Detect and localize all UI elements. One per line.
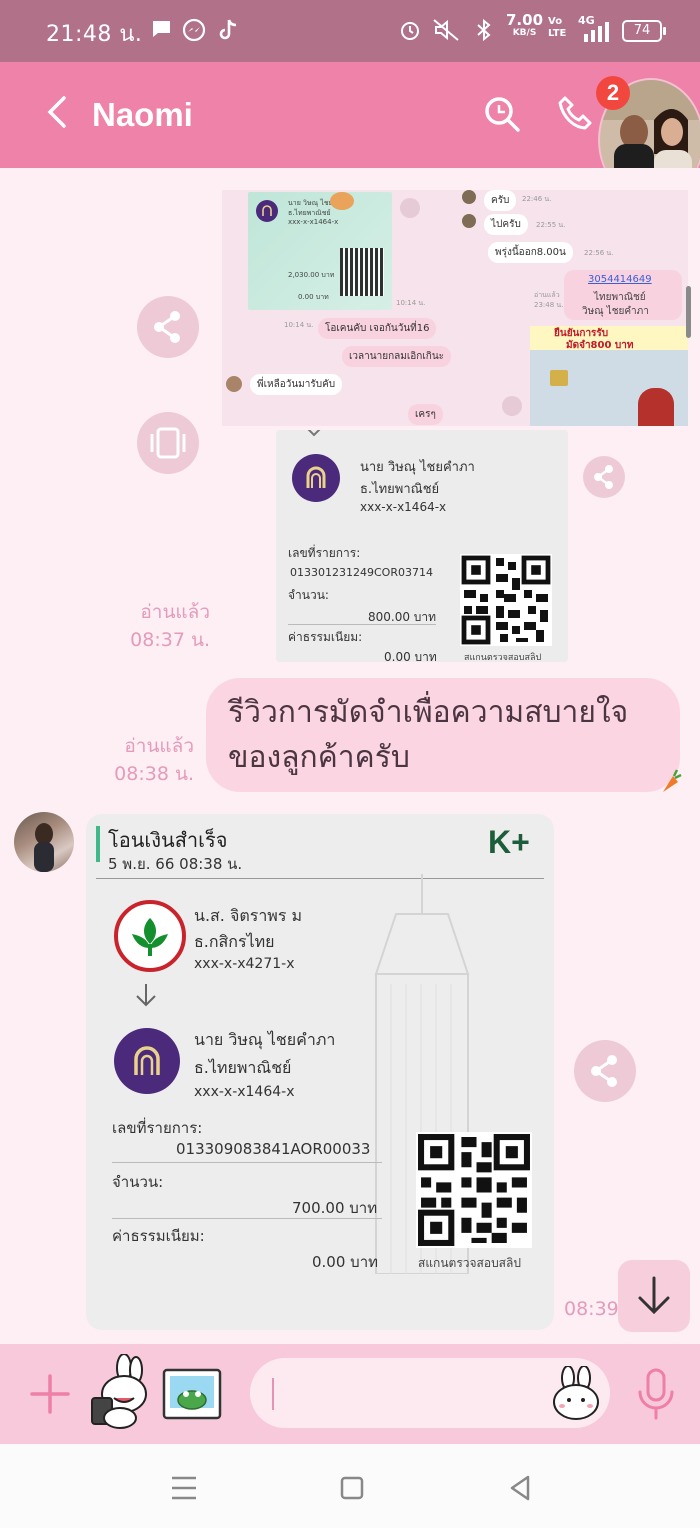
recents-button[interactable] (166, 1470, 202, 1506)
microphone-icon (638, 1368, 674, 1420)
mini-qr-code (340, 248, 384, 296)
mini-share-icon (502, 396, 522, 416)
slip-datetime: 5 พ.ย. 66 08:38 น. (108, 855, 243, 873)
volte-indicator: Vo LTE (548, 16, 567, 39)
contact-avatar[interactable] (14, 812, 74, 872)
share-icon (591, 1055, 617, 1087)
share-button[interactable] (583, 456, 625, 498)
qr-code (416, 1132, 532, 1248)
emoji-button[interactable] (550, 1365, 604, 1422)
bluetooth-icon (472, 18, 496, 42)
scb-logo-icon (256, 200, 278, 222)
chevron-left-icon (47, 96, 66, 128)
photo-icon (162, 1368, 222, 1420)
scb-logo-icon (292, 454, 340, 502)
mini-bank-info-bubble: 3054414649 ไทยพาณิชย์ วิษณุ ไชยคำภา (564, 270, 682, 320)
alarm-icon (398, 18, 422, 42)
mini-avatar (462, 190, 476, 204)
back-button[interactable] (40, 92, 80, 132)
home-button[interactable] (334, 1470, 370, 1506)
messenger-icon (182, 18, 206, 42)
slip-reference: 013309083841AOR00033 (176, 1140, 371, 1158)
share-button[interactable] (574, 1040, 636, 1102)
arrow-down-icon (136, 984, 156, 1007)
emoji-icon (553, 1365, 599, 1420)
message-bubble[interactable]: รีวิวการมัดจำเพื่อความสบายใจของลูกค้าครั… (206, 678, 682, 792)
notification-badge: 2 (596, 76, 630, 110)
battery-icon: 74 (622, 20, 666, 42)
mute-icon (432, 18, 462, 42)
phone-icon (558, 96, 592, 130)
slip-fee: 0.00 บาท (312, 1253, 378, 1271)
system-navigation-bar (0, 1444, 700, 1528)
read-receipt: อ่านแล้ว 08:38 น. (114, 735, 194, 785)
net-speed: 7.00 KB/S (506, 11, 544, 39)
sticker-button[interactable] (84, 1353, 150, 1430)
voice-button[interactable] (634, 1366, 678, 1422)
status-bar: 21:48 น. 7.00 KB/S Vo LTE 4G 74 (0, 0, 700, 62)
qr-code (460, 554, 552, 646)
search-button[interactable] (482, 94, 522, 134)
back-nav-button[interactable] (502, 1470, 538, 1506)
scroll-to-bottom-button[interactable] (618, 1260, 690, 1332)
shared-screenshot-image[interactable]: นาย วิษณุ ไชยคำภา ธ.ไทยพาณิชย์ xxx-x-x14… (222, 190, 688, 426)
slip-amount: 700.00 บาท (292, 1199, 378, 1217)
gallery-button[interactable] (162, 1366, 222, 1422)
expand-icon (150, 427, 186, 459)
search-icon (485, 97, 520, 132)
transfer-slip-image[interactable]: นาย วิษณุ ไชยคำภา ธ.ไทยพาณิชย์ xxx-x-x14… (276, 430, 568, 662)
square-icon (340, 1476, 364, 1500)
arrow-down-icon (638, 1276, 670, 1315)
mini-avatar (462, 214, 476, 228)
status-time: 21:48 น. (46, 22, 143, 47)
carrot-icon (663, 769, 682, 792)
message-time: 08:39 (564, 1298, 619, 1320)
share-icon (154, 311, 180, 343)
chat-title: Naomi (92, 96, 193, 133)
triangle-back-icon (510, 1475, 530, 1501)
message-icon (150, 18, 172, 42)
menu-icon (172, 1476, 196, 1500)
scrollbar-thumb[interactable] (686, 286, 691, 338)
kplus-logo: K+ (488, 824, 530, 860)
sticker-icon (91, 1353, 147, 1429)
mini-avatar (226, 376, 242, 392)
mini-id-card-image: ยืนยันการรับ มัดจำ800 บาท (530, 326, 688, 426)
mini-share-icon (400, 198, 420, 218)
fullscreen-button[interactable] (137, 412, 199, 474)
message-input[interactable] (250, 1358, 610, 1428)
share-icon (594, 465, 613, 489)
message-text: รีวิวการมัดจำเพื่อความสบายใจของลูกค้าครั… (228, 695, 629, 775)
mini-slip: นาย วิษณุ ไชยคำภา ธ.ไทยพาณิชย์ xxx-x-x14… (248, 192, 392, 310)
arrow-down-icon (307, 430, 321, 437)
chat-area[interactable]: นาย วิษณุ ไชยคำภา ธ.ไทยพาณิชย์ xxx-x-x14… (0, 168, 700, 1344)
input-bar (0, 1344, 700, 1444)
signal-icon (582, 22, 612, 46)
share-button[interactable] (137, 296, 199, 358)
add-button[interactable] (28, 1372, 72, 1416)
text-cursor (272, 1378, 274, 1410)
read-receipt: อ่านแล้ว 08:37 น. (130, 601, 210, 651)
tiktok-icon (218, 18, 240, 42)
plus-icon (30, 1374, 70, 1414)
call-button[interactable] (556, 94, 596, 134)
kbank-logo-icon (114, 900, 186, 972)
chat-header: Naomi (0, 62, 700, 168)
scb-logo-icon (114, 1028, 180, 1094)
mini-sticker (330, 192, 354, 210)
kplus-transfer-slip[interactable]: โอนเงินสำเร็จ 5 พ.ย. 66 08:38 น. K+ น.ส.… (86, 814, 554, 1330)
